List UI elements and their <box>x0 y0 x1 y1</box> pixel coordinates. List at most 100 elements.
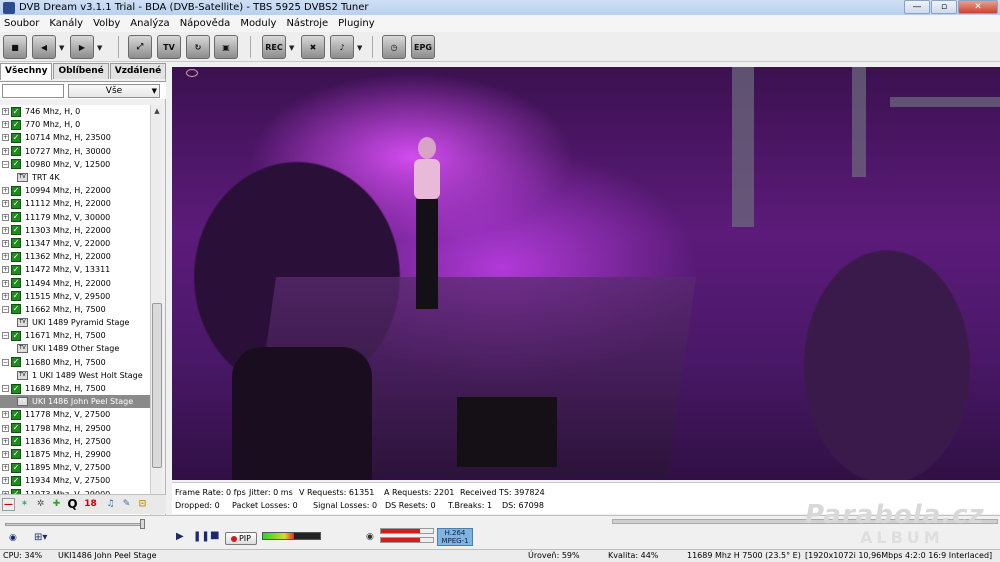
expand-icon[interactable]: + <box>2 424 9 432</box>
refresh-icon[interactable]: ↻ <box>186 35 210 59</box>
channel-item[interactable]: TV UKI 1486 John Peel Stage <box>0 395 150 409</box>
menu-moduly[interactable]: Moduly <box>240 18 276 29</box>
tv-button[interactable]: TV <box>157 35 181 59</box>
pause-icon[interactable]: ❚❚ <box>193 531 210 542</box>
video-display[interactable] <box>172 67 1000 480</box>
transponder-item[interactable]: + ✓ 10714 Mhz, H, 23500 <box>0 131 150 144</box>
expand-icon[interactable]: + <box>2 226 9 234</box>
checkbox-icon[interactable]: ✓ <box>11 291 21 302</box>
minimize-button[interactable]: — <box>904 0 930 14</box>
record-dropdown-icon[interactable]: ▼ <box>289 44 297 52</box>
checkbox-icon[interactable]: ✓ <box>11 185 21 196</box>
checkbox-icon[interactable]: ✓ <box>11 238 21 249</box>
expand-icon[interactable]: + <box>2 292 9 300</box>
expand-icon[interactable]: + <box>2 200 9 208</box>
transponder-item[interactable]: − ✓ 11689 Mhz, H, 7500 <box>0 382 150 395</box>
channel-item[interactable]: TV UKI 1489 Pyramid Stage <box>0 316 150 329</box>
transponder-item[interactable]: + ✓ 11798 Mhz, H, 29500 <box>0 422 150 435</box>
stop-icon[interactable]: ■ <box>3 35 27 59</box>
checkbox-icon[interactable]: ✓ <box>11 264 21 275</box>
checkbox-icon[interactable]: ✓ <box>11 304 21 315</box>
transponder-item[interactable]: − ✓ 11671 Mhz, H, 7500 <box>0 329 150 342</box>
expand-icon[interactable]: + <box>2 187 9 195</box>
expand-icon[interactable]: + <box>2 239 9 247</box>
expand-icon[interactable]: + <box>2 266 9 274</box>
tab-vzdalene[interactable]: Vzdálené <box>109 63 167 79</box>
checkbox-icon[interactable]: ✓ <box>11 159 21 170</box>
expand-icon[interactable]: + <box>2 411 9 419</box>
expand-icon[interactable]: + <box>2 437 9 445</box>
record-status-icon[interactable]: ◉ <box>9 533 17 543</box>
expand-icon[interactable]: + <box>2 108 9 116</box>
checkbox-icon[interactable]: ✓ <box>11 146 21 157</box>
transponder-item[interactable]: + ✓ 10727 Mhz, H, 30000 <box>0 145 150 158</box>
checkbox-icon[interactable]: ✓ <box>11 409 21 420</box>
tree-scrollbar[interactable]: ▲ ▼ <box>150 105 162 517</box>
transponder-item[interactable]: + ✓ 746 Mhz, H, 0 <box>0 105 150 118</box>
next-channel-icon[interactable]: ▶ <box>70 35 94 59</box>
record-button[interactable]: REC <box>262 35 286 59</box>
settings-icon[interactable]: ✲ <box>34 498 47 511</box>
previous-channel-icon[interactable]: ◀ <box>32 35 56 59</box>
scroll-up-icon[interactable]: ▲ <box>151 105 163 117</box>
next-dropdown-icon[interactable]: ▼ <box>97 44 105 52</box>
tools-icon[interactable]: ✖ <box>301 35 325 59</box>
checkbox-icon[interactable]: ✓ <box>11 423 21 434</box>
collapse-icon[interactable]: − <box>2 358 9 366</box>
checkbox-icon[interactable]: ✓ <box>11 119 21 130</box>
expand-icon[interactable]: + <box>2 477 9 485</box>
menu-volby[interactable]: Volby <box>93 18 120 29</box>
expand-icon[interactable]: + <box>2 279 9 287</box>
seek-slider[interactable] <box>5 523 143 526</box>
play-icon[interactable]: ▶ <box>176 531 184 542</box>
transponder-item[interactable]: + ✓ 770 Mhz, H, 0 <box>0 118 150 131</box>
checkbox-icon[interactable]: ✓ <box>11 132 21 143</box>
channel-item[interactable]: TV UKI 1489 Other Stage <box>0 342 150 355</box>
collapse-icon[interactable]: − <box>2 160 9 168</box>
transponder-item[interactable]: + ✓ 11362 Mhz, H, 22000 <box>0 250 150 263</box>
tab-oblibene[interactable]: Oblíbené <box>53 63 109 79</box>
tuner-icon[interactable]: ⊞▾ <box>34 532 47 543</box>
checkbox-icon[interactable]: ✓ <box>11 383 21 394</box>
transponder-item[interactable]: + ✓ 11303 Mhz, H, 22000 <box>0 224 150 237</box>
channel-item[interactable]: TV 1 UKI 1489 West Holt Stage <box>0 369 150 382</box>
expand-icon[interactable]: + <box>2 213 9 221</box>
channel-tree[interactable]: + ✓ 746 Mhz, H, 0 + ✓ 770 Mhz, H, 0 + ✓ 10714 Mh… <box>0 105 150 517</box>
scroll-thumb[interactable] <box>152 303 162 468</box>
tab-vsechny[interactable]: Všechny <box>0 63 53 80</box>
fullscreen-icon[interactable]: ⤢ <box>128 35 152 59</box>
speaker-icon[interactable]: ◉ <box>366 532 374 542</box>
transponder-item[interactable]: + ✓ 11472 Mhz, V, 13311 <box>0 263 150 276</box>
menu-analyza[interactable]: Analýza <box>130 18 169 29</box>
menu-kanaly[interactable]: Kanály <box>49 18 83 29</box>
channel-item[interactable]: TV TRT 4K <box>0 171 150 184</box>
expand-icon[interactable]: + <box>2 450 9 458</box>
menu-soubor[interactable]: Soubor <box>4 18 39 29</box>
add-icon[interactable]: ✚ <box>50 498 63 511</box>
transponder-item[interactable]: − ✓ 11662 Mhz, H, 7500 <box>0 303 150 316</box>
transponder-item[interactable]: + ✓ 11895 Mhz, V, 27500 <box>0 461 150 474</box>
seek-slider-thumb[interactable] <box>140 519 145 529</box>
scan-icon[interactable]: ✶ <box>18 498 31 511</box>
transponder-item[interactable]: + ✓ 11515 Mhz, V, 29500 <box>0 290 150 303</box>
collapse-icon[interactable]: − <box>2 385 9 393</box>
checkbox-icon[interactable]: ✓ <box>11 462 21 473</box>
collapse-icon[interactable]: − <box>2 332 9 340</box>
stop-playback-icon[interactable]: ■ <box>210 530 219 541</box>
collapse-icon[interactable]: − <box>2 305 9 313</box>
audio-dropdown-icon[interactable]: ▼ <box>357 44 365 52</box>
parental-lock-button[interactable]: 18 <box>84 498 97 511</box>
checkbox-icon[interactable]: ✓ <box>11 106 21 117</box>
expand-icon[interactable]: + <box>2 464 9 472</box>
checkbox-icon[interactable]: ✓ <box>11 449 21 460</box>
timer-icon[interactable]: ◷ <box>382 35 406 59</box>
checkbox-icon[interactable]: ✓ <box>11 357 21 368</box>
transponder-item[interactable]: + ✓ 11112 Mhz, H, 22000 <box>0 197 150 210</box>
lock-icon[interactable]: ⊡ <box>136 498 149 511</box>
menu-napoveda[interactable]: Nápověda <box>180 18 231 29</box>
remove-icon[interactable]: — <box>2 498 15 511</box>
checkbox-icon[interactable]: ✓ <box>11 330 21 341</box>
snapshot-icon[interactable]: ▣ <box>214 35 238 59</box>
previous-dropdown-icon[interactable]: ▼ <box>59 44 67 52</box>
checkbox-icon[interactable]: ✓ <box>11 212 21 223</box>
